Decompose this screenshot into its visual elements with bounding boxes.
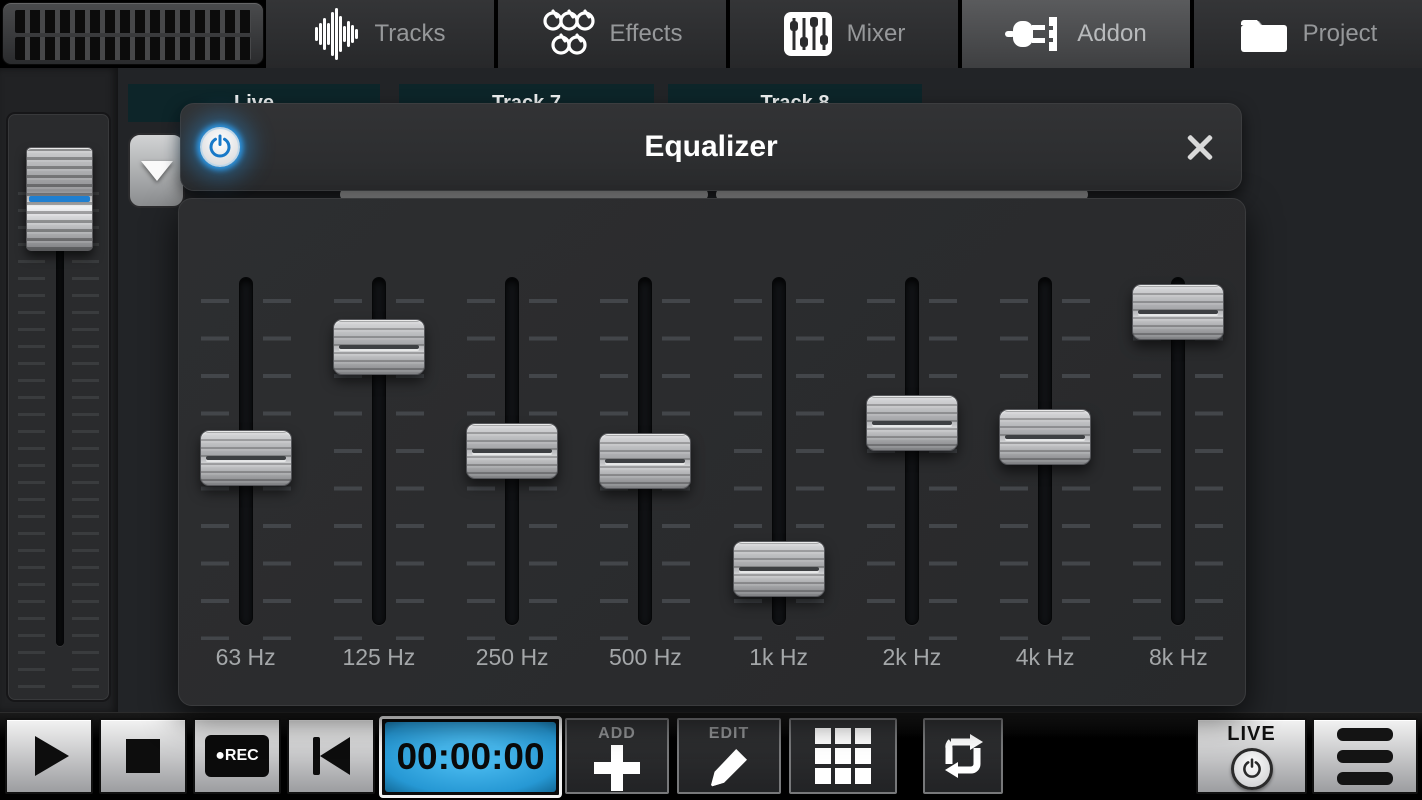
power-toggle-button[interactable] (200, 127, 240, 167)
eq-band: 250 Hz (446, 199, 579, 705)
collapse-track-button[interactable] (128, 133, 185, 208)
eq-slider-knob[interactable] (866, 395, 958, 451)
plug-icon (1005, 13, 1063, 55)
tab-tracks[interactable]: Tracks (266, 0, 494, 68)
transport-bar: ●REC 00:00:00 ADD EDIT (0, 712, 1422, 800)
equalizer-dialog-header: Equalizer (180, 103, 1242, 191)
grille-row (15, 10, 251, 33)
dialog-title: Equalizer (181, 130, 1241, 164)
waveform-icon (314, 8, 360, 60)
play-icon (35, 736, 69, 776)
eq-band: 1k Hz (712, 199, 845, 705)
master-fader-panel (6, 112, 111, 702)
folder-icon (1239, 13, 1289, 55)
tick-marks (1195, 299, 1223, 640)
eq-slider-knob[interactable] (999, 409, 1091, 465)
main-area: LiveTrack 7Track 8 Equalizer 63 Hz (0, 68, 1422, 712)
power-icon (207, 134, 233, 160)
chevron-down-icon (141, 161, 173, 181)
speaker-grille (2, 2, 264, 65)
tick-marks (1000, 299, 1028, 640)
tick-marks (929, 299, 957, 640)
add-button[interactable]: ADD (565, 718, 669, 794)
eq-slider-knob[interactable] (200, 430, 292, 486)
master-fader-track[interactable] (56, 214, 64, 646)
live-button-label: LIVE (1227, 723, 1275, 746)
mixer-icon (783, 11, 833, 57)
eq-slider-knob[interactable] (466, 423, 558, 479)
app-window: Tracks Effects Mixer Addon Project LiveT… (0, 0, 1422, 800)
tab-project[interactable]: Project (1194, 0, 1422, 68)
eq-band-label: 63 Hz (179, 644, 312, 671)
play-button[interactable] (5, 718, 93, 794)
eq-band-label: 500 Hz (579, 644, 712, 671)
fader-blue-line (29, 196, 90, 202)
edit-button-label: EDIT (709, 725, 749, 743)
tab-list: Tracks Effects Mixer Addon Project (266, 0, 1422, 68)
loop-button[interactable] (923, 718, 1003, 794)
tab-effects[interactable]: Effects (498, 0, 726, 68)
menu-button[interactable] (1312, 718, 1418, 794)
eq-band-label: 125 Hz (312, 644, 445, 671)
live-button[interactable]: LIVE (1196, 718, 1307, 794)
tab-mixer[interactable]: Mixer (730, 0, 958, 68)
eq-band-label: 8k Hz (1112, 644, 1245, 671)
plus-icon (594, 745, 640, 791)
rec-icon: ●REC (205, 735, 269, 777)
eq-band: 8k Hz (1112, 199, 1245, 705)
top-tab-bar: Tracks Effects Mixer Addon Project (0, 0, 1422, 68)
record-button[interactable]: ●REC (193, 718, 281, 794)
eq-slider-knob[interactable] (1132, 284, 1224, 340)
eq-band: 4k Hz (979, 199, 1112, 705)
eq-band-label: 250 Hz (446, 644, 579, 671)
grille-row (15, 37, 251, 60)
eq-band-label: 2k Hz (845, 644, 978, 671)
tab-addon[interactable]: Addon (962, 0, 1190, 68)
skip-to-start-icon (313, 737, 350, 775)
eq-band: 2k Hz (845, 199, 978, 705)
stop-button[interactable] (99, 718, 187, 794)
fader-tick-marks (18, 192, 45, 692)
equalizer-dialog-body: 63 Hz 125 Hz 250 Hz 500 Hz 1k Hz 2k Hz (178, 198, 1246, 706)
time-display[interactable]: 00:00:00 (379, 716, 562, 798)
master-fader-column (0, 68, 118, 712)
eq-slider-knob[interactable] (333, 319, 425, 375)
eq-slider-knob[interactable] (599, 433, 691, 489)
tick-marks (1133, 299, 1161, 640)
eq-band: 500 Hz (579, 199, 712, 705)
add-button-label: ADD (598, 725, 636, 743)
tick-marks (1062, 299, 1090, 640)
grid-view-button[interactable] (789, 718, 897, 794)
pencil-icon (705, 743, 753, 791)
eq-band-label: 4k Hz (979, 644, 1112, 671)
master-fader-knob[interactable] (26, 147, 93, 251)
loop-icon (937, 733, 989, 779)
eq-slider-knob[interactable] (733, 541, 825, 597)
eq-band: 63 Hz (179, 199, 312, 705)
eq-band-label: 1k Hz (712, 644, 845, 671)
time-display-value: 00:00:00 (385, 722, 556, 792)
grid-icon (815, 728, 871, 784)
live-power-icon (1231, 748, 1273, 790)
hamburger-menu-icon (1337, 728, 1393, 785)
edit-button[interactable]: EDIT (677, 718, 781, 794)
fader-tick-marks (72, 192, 99, 692)
eq-band: 125 Hz (312, 199, 445, 705)
stop-icon (126, 739, 160, 773)
tick-marks (867, 299, 895, 640)
close-icon[interactable] (1178, 128, 1220, 166)
knobs-icon (542, 9, 596, 59)
skip-to-start-button[interactable] (287, 718, 375, 794)
